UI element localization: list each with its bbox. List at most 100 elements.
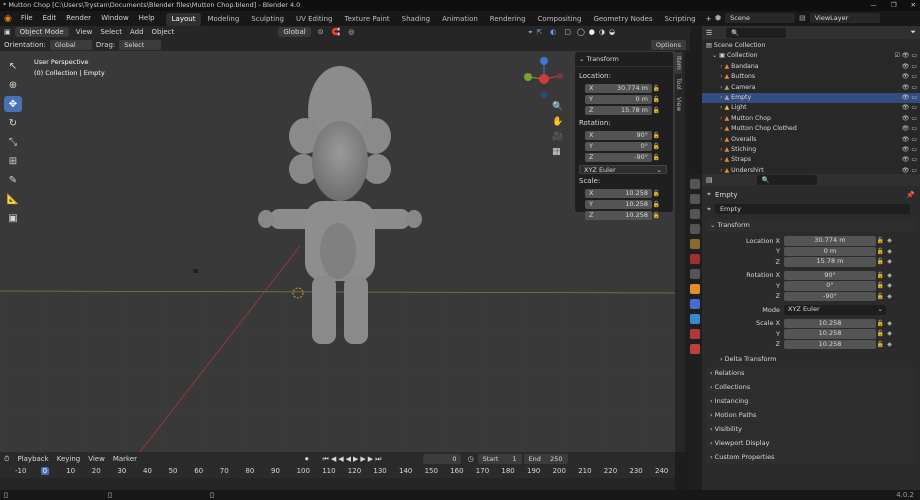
move-tool-icon[interactable]: ✥ bbox=[4, 96, 22, 112]
wireframe-shading-icon[interactable]: ◯ bbox=[575, 28, 587, 36]
tab-tool[interactable]: Tool bbox=[675, 74, 682, 94]
prop-scale-z[interactable]: 10.258 bbox=[784, 339, 876, 349]
record-icon[interactable]: ⏺ bbox=[305, 455, 309, 464]
visibility-icon[interactable]: 👁 ▭ bbox=[902, 83, 917, 93]
outliner-item-empty[interactable]: › ▲ Empty 👁 ▭ bbox=[702, 92, 920, 104]
outliner-search-input[interactable]: 🔍 bbox=[726, 27, 787, 38]
zoom-icon[interactable]: 🔍 bbox=[552, 100, 563, 115]
object-name-field[interactable]: Empty bbox=[714, 204, 910, 214]
outliner-item-mutton-chop-clothed[interactable]: › ▲ Mutton Chop Clothed 👁 ▭ bbox=[702, 124, 920, 134]
menu-edit[interactable]: Edit bbox=[38, 11, 62, 26]
lock-icon[interactable]: 🔓 bbox=[652, 95, 661, 104]
add-menu[interactable]: Add bbox=[126, 26, 148, 38]
transform-panel-header[interactable]: ⌄ Transform bbox=[706, 219, 916, 232]
workspace-tab-compositing[interactable]: Compositing bbox=[532, 13, 588, 26]
outliner-item-straps[interactable]: › ▲ Straps 👁 ▭ bbox=[702, 155, 920, 165]
gizmo-icon[interactable]: ⇱ bbox=[532, 28, 546, 36]
view-menu[interactable]: View bbox=[72, 26, 97, 38]
outliner-item-mutton-chop[interactable]: › ▲ Mutton Chop 👁 ▭ bbox=[702, 114, 920, 124]
visibility-icon[interactable]: ☑ 👁 ▭ bbox=[895, 51, 917, 61]
tool-tab-icon[interactable] bbox=[690, 179, 700, 189]
current-frame-field[interactable]: 0 bbox=[423, 454, 462, 464]
keyframe-icon[interactable]: ◆ bbox=[885, 281, 894, 290]
render-tab-icon[interactable] bbox=[690, 194, 700, 204]
blender-logo-icon[interactable]: ◉ bbox=[0, 14, 16, 24]
lock-icon[interactable]: 🔓 bbox=[876, 247, 885, 256]
workspace-tab-geometry-nodes[interactable]: Geometry Nodes bbox=[587, 13, 658, 26]
close-icon[interactable]: ✕ bbox=[911, 0, 916, 11]
rotation-z-field[interactable]: Z -90° bbox=[585, 153, 652, 162]
scale-tool-icon[interactable]: ⤡ bbox=[4, 134, 22, 150]
constraints-tab-icon[interactable] bbox=[690, 314, 700, 324]
cursor-tool-icon[interactable]: ⊕ bbox=[4, 77, 22, 93]
tab-item[interactable]: Item bbox=[675, 52, 682, 74]
measure-tool-icon[interactable]: 📐 bbox=[4, 191, 22, 207]
world-tab-icon[interactable] bbox=[690, 254, 700, 264]
keyframe-icon[interactable]: ◆ bbox=[885, 319, 894, 328]
3d-viewport[interactable] bbox=[0, 51, 675, 452]
transform-tool-icon[interactable]: ⊞ bbox=[4, 153, 22, 169]
keyframe-icon[interactable]: ◆ bbox=[885, 340, 894, 349]
data-tab-icon[interactable] bbox=[690, 329, 700, 339]
clock-icon[interactable]: ◷ bbox=[467, 455, 473, 463]
outliner-item-overalls[interactable]: › ▲ Overalls 👁 ▭ bbox=[702, 135, 920, 145]
panel-motion-paths[interactable]: › Motion Paths bbox=[706, 409, 916, 422]
add-workspace-icon[interactable]: + bbox=[702, 15, 716, 23]
drag-dropdown[interactable]: Select Box bbox=[119, 39, 162, 59]
prop-location-y[interactable]: 0 m bbox=[784, 246, 876, 256]
keying-menu[interactable]: Keying bbox=[53, 452, 85, 466]
annotate-tool-icon[interactable]: ✎ bbox=[4, 172, 22, 188]
location-x-field[interactable]: X 30.774 m bbox=[585, 84, 652, 93]
outliner-item-bandana[interactable]: › ▲ Bandana 👁 ▭ bbox=[702, 62, 920, 72]
lock-icon[interactable]: 🔓 bbox=[652, 189, 661, 198]
maximize-icon[interactable]: ❐ bbox=[891, 0, 897, 11]
view-layer-selector[interactable]: ViewLayer bbox=[809, 13, 880, 23]
lock-icon[interactable]: 🔓 bbox=[876, 281, 885, 290]
outliner-item-light[interactable]: › ▲ Light 👁 ▭ bbox=[702, 103, 920, 113]
lock-icon[interactable]: 🔓 bbox=[876, 257, 885, 266]
outliner-item-camera[interactable]: › ▲ Camera 👁 ▭ bbox=[702, 83, 920, 93]
solid-shading-icon[interactable]: ● bbox=[587, 28, 597, 36]
prop-rotation-x[interactable]: 90° bbox=[784, 270, 876, 280]
properties-search-input[interactable]: 🔍 bbox=[756, 175, 817, 185]
prop-location-x[interactable]: 30.774 m bbox=[784, 236, 876, 246]
rotation-y-field[interactable]: Y 0° bbox=[585, 142, 652, 151]
timeline-track-area[interactable] bbox=[0, 478, 675, 490]
output-tab-icon[interactable] bbox=[690, 209, 700, 219]
delta-transform-panel[interactable]: › Delta Transform bbox=[716, 353, 916, 366]
overlay-icon[interactable]: ◐ bbox=[546, 28, 560, 36]
options-dropdown[interactable]: Options bbox=[650, 39, 686, 50]
timeline-editor-icon[interactable]: ⏱ bbox=[0, 455, 13, 464]
lock-icon[interactable]: 🔓 bbox=[876, 236, 885, 245]
material-shading-icon[interactable]: ◑ bbox=[597, 28, 607, 36]
viewport-canvas[interactable] bbox=[0, 51, 675, 452]
visibility-icon[interactable]: 👁 ▭ bbox=[902, 145, 917, 155]
rotate-tool-icon[interactable]: ↻ bbox=[4, 115, 22, 131]
workspace-tab-sculpting[interactable]: Sculpting bbox=[245, 13, 290, 26]
lock-icon[interactable]: 🔓 bbox=[652, 153, 661, 162]
lock-icon[interactable]: 🔓 bbox=[652, 106, 661, 115]
outliner-editor-icon[interactable]: ☰ bbox=[702, 29, 716, 37]
keyframe-icon[interactable]: ◆ bbox=[885, 247, 894, 256]
lock-icon[interactable]: 🔓 bbox=[876, 340, 885, 349]
visibility-icon[interactable]: 👁 ▭ bbox=[902, 114, 917, 124]
scale-z-field[interactable]: Z 10.258 bbox=[585, 211, 652, 220]
prop-scale-y[interactable]: 10.258 bbox=[784, 329, 876, 339]
xray-icon[interactable]: ▢ bbox=[560, 28, 575, 36]
lock-icon[interactable]: 🔓 bbox=[652, 211, 661, 220]
lock-icon[interactable]: 🔓 bbox=[876, 292, 885, 301]
workspace-tab-texture-paint[interactable]: Texture Paint bbox=[339, 13, 396, 26]
location-y-field[interactable]: Y0 m bbox=[585, 95, 652, 104]
tweak-tool-icon[interactable]: ↖ bbox=[4, 58, 22, 74]
lock-icon[interactable]: 🔓 bbox=[652, 131, 661, 140]
rotation-mode-select[interactable]: XYZ Euler ⌄ bbox=[784, 305, 886, 315]
lock-icon[interactable]: 🔓 bbox=[876, 271, 885, 280]
workspace-tab-modeling[interactable]: Modeling bbox=[201, 13, 245, 26]
object-menu[interactable]: Object bbox=[148, 26, 179, 38]
select-menu[interactable]: Select bbox=[96, 26, 126, 38]
filter-icon[interactable]: ⏷ bbox=[910, 28, 920, 37]
orientation-dropdown[interactable]: Global bbox=[49, 39, 92, 50]
keyframe-icon[interactable]: ◆ bbox=[885, 257, 894, 266]
keyframe-icon[interactable]: ◆ bbox=[885, 236, 894, 245]
add-cube-tool-icon[interactable]: ▣ bbox=[4, 210, 22, 226]
